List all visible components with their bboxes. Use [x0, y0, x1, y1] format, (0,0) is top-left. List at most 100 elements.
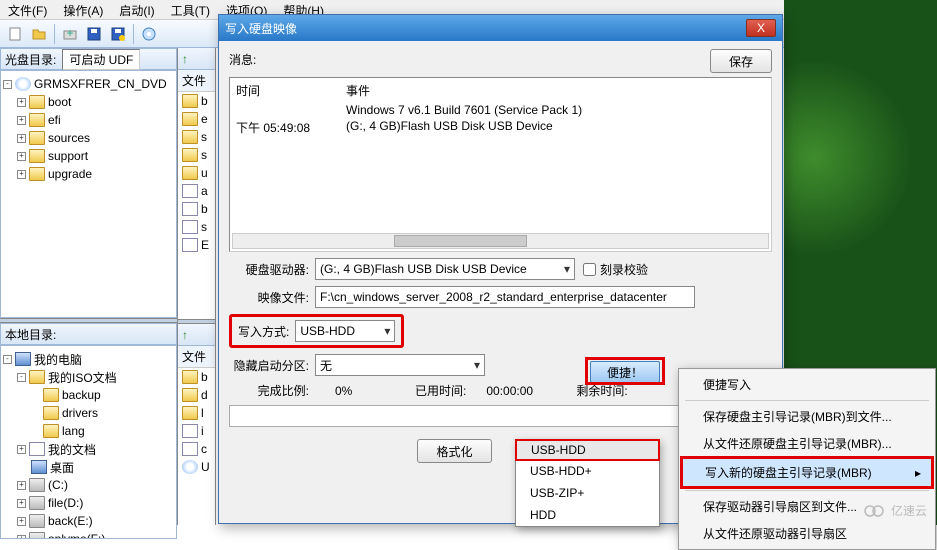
- folder-icon: [29, 95, 45, 109]
- ctx-write-new-mbr[interactable]: 写入新的硬盘主引导记录(MBR)▸: [680, 456, 934, 489]
- scrollbar[interactable]: [232, 233, 769, 249]
- tree-item[interactable]: back(E:): [48, 514, 93, 528]
- dropdown-item[interactable]: USB-HDD: [515, 439, 660, 461]
- up-icon[interactable]: ↑: [182, 52, 188, 66]
- save-button[interactable]: 保存: [710, 49, 772, 73]
- image-path-input[interactable]: [315, 286, 695, 308]
- folder-icon: [29, 131, 45, 145]
- tree-item[interactable]: 我的ISO文档: [48, 369, 117, 386]
- expand-icon[interactable]: +: [17, 517, 26, 526]
- expand-icon[interactable]: +: [17, 170, 26, 179]
- add-icon[interactable]: +: [59, 23, 81, 45]
- tree-item[interactable]: file(D:): [48, 496, 83, 510]
- tree-item[interactable]: support: [48, 149, 88, 163]
- new-icon[interactable]: [4, 23, 26, 45]
- collapse-icon[interactable]: -: [3, 80, 12, 89]
- list-item[interactable]: l: [201, 406, 204, 420]
- folder-icon: [29, 149, 45, 163]
- list-item[interactable]: a: [201, 184, 208, 198]
- ctx-restore-mbr[interactable]: 从文件还原硬盘主引导记录(MBR)...: [681, 430, 933, 457]
- tree-item[interactable]: efi: [48, 113, 61, 127]
- chevron-down-icon: ▾: [468, 358, 480, 372]
- method-select[interactable]: USB-HDD ▾: [295, 320, 395, 342]
- close-button[interactable]: X: [746, 19, 776, 37]
- tree-item[interactable]: 桌面: [50, 459, 74, 476]
- disc-header-label: 光盘目录:: [5, 51, 56, 68]
- dropdown-item[interactable]: USB-ZIP+: [516, 482, 659, 504]
- verify-checkbox[interactable]: 刻录校验: [583, 261, 648, 278]
- burn-icon[interactable]: [138, 23, 160, 45]
- tree-item[interactable]: backup: [62, 388, 101, 402]
- save-icon[interactable]: [83, 23, 105, 45]
- list-item[interactable]: s: [201, 220, 207, 234]
- tree-item[interactable]: lang: [62, 424, 85, 438]
- watermark: 亿速云: [863, 502, 927, 519]
- collapse-icon[interactable]: -: [3, 355, 12, 364]
- expand-icon[interactable]: +: [17, 445, 26, 454]
- expand-icon[interactable]: +: [17, 499, 26, 508]
- list-item[interactable]: b: [201, 94, 208, 108]
- expand-icon[interactable]: +: [17, 134, 26, 143]
- context-menu[interactable]: 便捷写入 保存硬盘主引导记录(MBR)到文件... 从文件还原硬盘主引导记录(M…: [678, 368, 936, 550]
- col-header[interactable]: 文件: [178, 346, 215, 368]
- expand-icon[interactable]: +: [17, 116, 26, 125]
- tree-item[interactable]: (C:): [48, 478, 68, 492]
- open-icon[interactable]: [28, 23, 50, 45]
- col-time[interactable]: 时间: [236, 82, 346, 99]
- saveas-icon[interactable]: [107, 23, 129, 45]
- tree-item[interactable]: sources: [48, 131, 90, 145]
- dialog-titlebar[interactable]: 写入硬盘映像 X: [219, 15, 782, 41]
- scrollbar-thumb[interactable]: [394, 235, 528, 247]
- ctx-restore-bootsector[interactable]: 从文件还原驱动器引导扇区: [681, 520, 933, 547]
- expand-icon[interactable]: +: [17, 535, 26, 540]
- ctx-save-mbr[interactable]: 保存硬盘主引导记录(MBR)到文件...: [681, 403, 933, 430]
- list-item[interactable]: u: [201, 166, 208, 180]
- tree-item[interactable]: upgrade: [48, 167, 92, 181]
- list-item[interactable]: d: [201, 388, 208, 402]
- local-tree[interactable]: -我的电脑 -我的ISO文档 backup drivers lang +我的文档…: [0, 345, 177, 539]
- list-item[interactable]: s: [201, 130, 207, 144]
- dropdown-item[interactable]: USB-HDD+: [516, 460, 659, 482]
- disc-root-label[interactable]: GRMSXFRER_CN_DVD: [34, 77, 167, 91]
- tree-item[interactable]: onlyme(F:): [48, 532, 105, 539]
- file-icon: [182, 184, 198, 198]
- ctx-quick-write[interactable]: 便捷写入: [681, 371, 933, 398]
- menu-boot[interactable]: 启动(I): [111, 0, 162, 19]
- disc-tree[interactable]: - GRMSXFRER_CN_DVD + boot + efi + sources + s…: [0, 70, 177, 318]
- list-item[interactable]: b: [201, 202, 208, 216]
- col-event[interactable]: 事件: [346, 82, 370, 99]
- method-dropdown[interactable]: USB-HDD USB-HDD+ USB-ZIP+ HDD: [515, 439, 660, 527]
- file-icon: [182, 202, 198, 216]
- list-item[interactable]: b: [201, 370, 208, 384]
- file-icon: [182, 238, 198, 252]
- expand-icon[interactable]: +: [17, 481, 26, 490]
- method-value: USB-HDD: [300, 324, 355, 338]
- format-button[interactable]: 格式化: [417, 439, 491, 463]
- list-item[interactable]: s: [201, 148, 207, 162]
- drive-value: (G:, 4 GB)Flash USB Disk USB Device: [320, 262, 527, 276]
- up-icon[interactable]: ↑: [182, 328, 188, 342]
- list-item[interactable]: U: [201, 460, 210, 474]
- menu-tools[interactable]: 工具(T): [163, 0, 218, 19]
- tree-item[interactable]: drivers: [62, 406, 98, 420]
- image-label: 映像文件:: [229, 289, 309, 306]
- menu-action[interactable]: 操作(A): [55, 0, 111, 19]
- drive-select[interactable]: (G:, 4 GB)Flash USB Disk USB Device▾: [315, 258, 575, 280]
- list-item[interactable]: e: [201, 112, 208, 126]
- tree-item[interactable]: boot: [48, 95, 71, 109]
- tree-item[interactable]: 我的文档: [48, 441, 96, 458]
- local-root-label[interactable]: 我的电脑: [34, 351, 82, 368]
- list-item[interactable]: i: [201, 424, 204, 438]
- list-item[interactable]: E: [201, 238, 209, 252]
- expand-icon[interactable]: +: [17, 98, 26, 107]
- col-header[interactable]: 文件: [178, 70, 215, 92]
- chevron-down-icon: ▾: [378, 324, 390, 338]
- list-item[interactable]: c: [201, 442, 207, 456]
- collapse-icon[interactable]: -: [17, 373, 26, 382]
- event-text: (G:, 4 GB)Flash USB Disk USB Device: [346, 119, 553, 136]
- expand-icon[interactable]: +: [17, 152, 26, 161]
- hide-select[interactable]: 无▾: [315, 354, 485, 376]
- dropdown-item[interactable]: HDD: [516, 504, 659, 526]
- menu-file[interactable]: 文件(F): [0, 0, 55, 19]
- message-list[interactable]: 时间 事件 Windows 7 v6.1 Build 7601 (Service…: [229, 77, 772, 252]
